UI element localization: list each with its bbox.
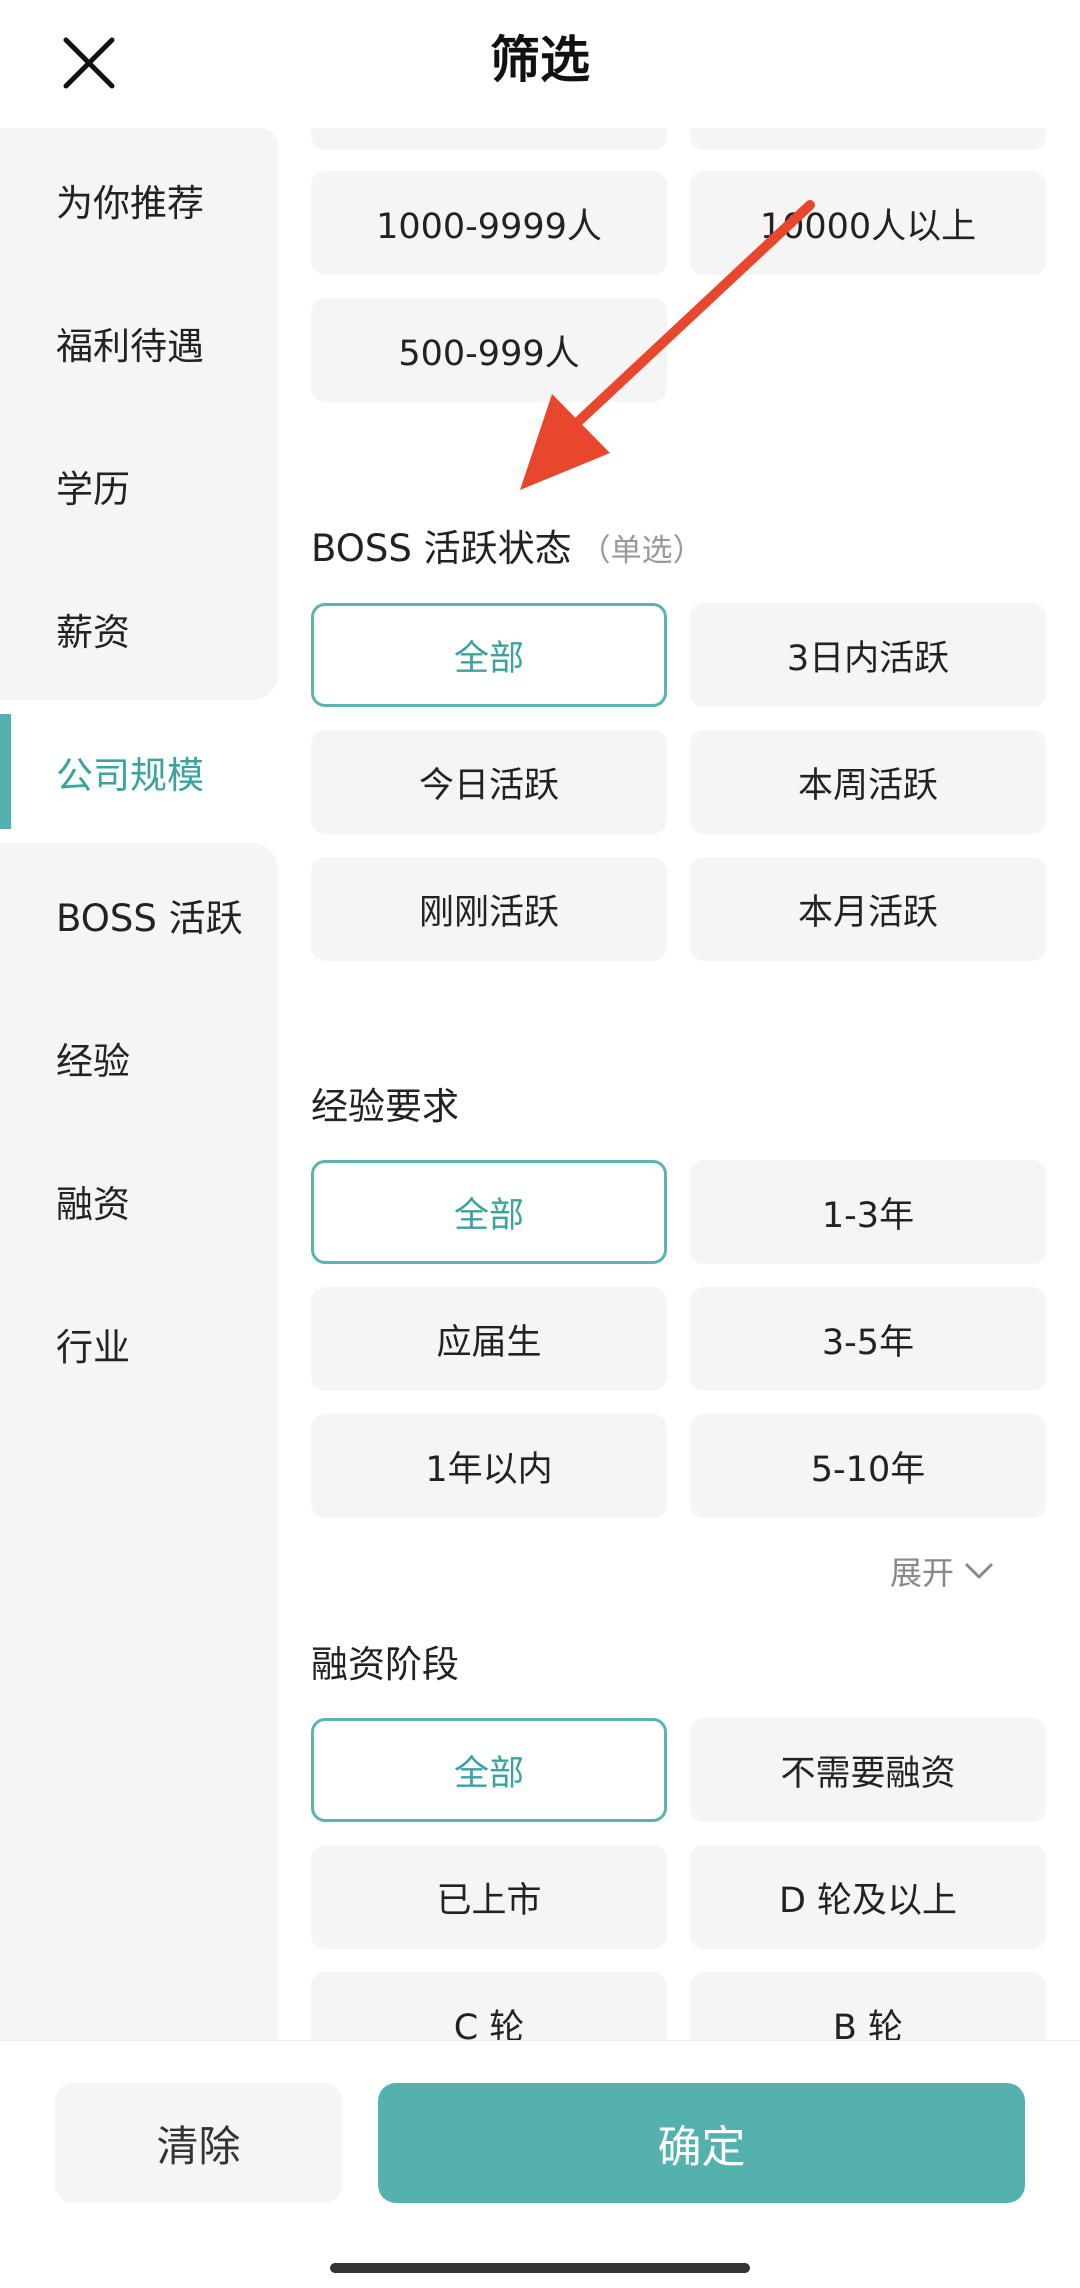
sidebar-item-recommend[interactable]: 为你推荐 — [0, 128, 278, 271]
sidebar-item-label: 经验 — [56, 1039, 130, 1083]
section-hint: （单选） — [579, 533, 704, 569]
option-chip[interactable]: 5-10年 — [690, 1414, 1046, 1518]
active-indicator — [0, 714, 11, 829]
sidebar-item-industry[interactable]: 行业 — [0, 1272, 278, 1415]
section-title-funding: 融资阶段 — [311, 1643, 459, 1686]
option-chip[interactable]: 1年以内 — [311, 1414, 667, 1518]
filter-content: 1000-9999人 10000人以上 500-999人 BOSS 活跃状态 （单… — [278, 128, 1080, 2040]
confirm-button[interactable]: 确定 — [378, 2083, 1025, 2203]
option-chip[interactable]: 1000-9999人 — [311, 171, 667, 275]
page-title: 筛选 — [490, 31, 590, 89]
sidebar-item-label: 为你推荐 — [56, 181, 204, 225]
filter-screen: 筛选 为你推荐 福利待遇 学历 薪资 公司规模 BOSS 活跃 经验 融资 行业 — [0, 0, 1080, 2288]
option-chip[interactable]: 应届生 — [311, 1287, 667, 1391]
sidebar-item-salary[interactable]: 薪资 — [0, 557, 278, 700]
option-chip[interactable]: 10000人以上 — [690, 171, 1046, 275]
sidebar-item-label: 福利待遇 — [56, 324, 204, 368]
option-chip[interactable]: 500-999人 — [311, 298, 667, 402]
option-chip[interactable]: 不需要融资 — [690, 1718, 1046, 1822]
option-chip-selected[interactable]: 全部 — [311, 603, 667, 707]
section-title-experience: 经验要求 — [311, 1085, 459, 1128]
option-chip[interactable] — [690, 128, 1046, 150]
option-chip[interactable]: 已上市 — [311, 1845, 667, 1949]
sidebar-item-label: 薪资 — [56, 610, 130, 654]
sidebar-item-boss-active[interactable]: BOSS 活跃 — [0, 843, 278, 986]
sidebar-item-education[interactable]: 学历 — [0, 414, 278, 557]
option-chip[interactable]: 刚刚活跃 — [311, 857, 667, 961]
sidebar-item-benefits[interactable]: 福利待遇 — [0, 271, 278, 414]
expand-label: 展开 — [889, 1554, 954, 1592]
sidebar-item-label: 公司规模 — [56, 753, 204, 797]
option-chip[interactable]: 本月活跃 — [690, 857, 1046, 961]
option-chip[interactable]: D 轮及以上 — [690, 1845, 1046, 1949]
option-chip[interactable]: 今日活跃 — [311, 730, 667, 834]
chevron-down-icon — [965, 1563, 993, 1579]
header: 筛选 — [0, 0, 1080, 128]
option-chip[interactable]: C 轮 — [311, 1972, 667, 2040]
sidebar-item-label: BOSS 活跃 — [56, 896, 243, 940]
option-chip[interactable]: B 轮 — [690, 1972, 1046, 2040]
sidebar-item-company-size[interactable]: 公司规模 — [0, 700, 278, 843]
section-title-text: BOSS 活跃状态 — [311, 527, 572, 570]
footer: 清除 确定 — [0, 2040, 1080, 2288]
option-chip[interactable]: 3日内活跃 — [690, 603, 1046, 707]
sidebar: 为你推荐 福利待遇 学历 薪资 公司规模 BOSS 活跃 经验 融资 行业 — [0, 128, 278, 2040]
option-chip[interactable] — [311, 128, 667, 150]
sidebar-item-label: 行业 — [56, 1325, 130, 1369]
clear-button[interactable]: 清除 — [55, 2083, 342, 2203]
option-chip-selected[interactable]: 全部 — [311, 1718, 667, 1822]
option-chip[interactable]: 3-5年 — [690, 1287, 1046, 1391]
home-indicator — [330, 2263, 750, 2273]
section-title-boss-active: BOSS 活跃状态 （单选） — [311, 518, 704, 572]
sidebar-item-label: 融资 — [56, 1182, 130, 1226]
sidebar-item-label: 学历 — [56, 467, 130, 511]
option-chip[interactable]: 1-3年 — [690, 1160, 1046, 1264]
sidebar-background — [0, 1415, 278, 2040]
expand-button[interactable]: 展开 — [890, 1548, 994, 1594]
sidebar-item-experience[interactable]: 经验 — [0, 986, 278, 1129]
option-chip-selected[interactable]: 全部 — [311, 1160, 667, 1264]
sidebar-item-funding[interactable]: 融资 — [0, 1129, 278, 1272]
option-chip[interactable]: 本周活跃 — [690, 730, 1046, 834]
